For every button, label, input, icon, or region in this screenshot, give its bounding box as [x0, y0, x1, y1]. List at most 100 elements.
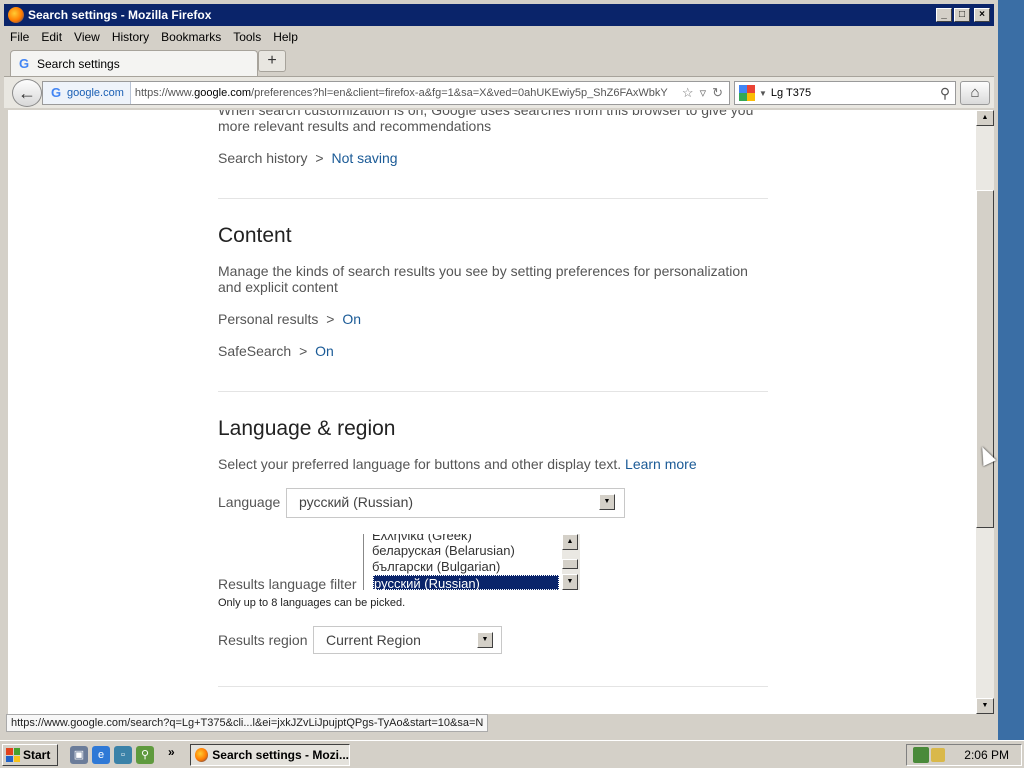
system-tray: 2:06 PM — [906, 744, 1022, 766]
browser-window: Search settings - Mozilla Firefox _ □ × … — [0, 0, 998, 740]
results-region-select[interactable]: Current Region ▼ — [313, 626, 502, 654]
chevron-down-icon[interactable]: ▼ — [599, 494, 615, 510]
quick-launch: ▣ e ▫ ⚲ — [70, 746, 154, 764]
personal-results-label: Personal results — [218, 311, 319, 327]
listbox-option[interactable]: български (Bulgarian) — [372, 559, 500, 574]
new-tab-button[interactable]: + — [258, 50, 286, 72]
safesearch-row: SafeSearch > On — [218, 343, 334, 359]
menu-file[interactable]: File — [4, 30, 35, 44]
results-language-listbox[interactable]: Ελληνικά (Greek) беларуская (Belarusian)… — [363, 534, 583, 590]
language-region-heading: Language & region — [218, 417, 396, 440]
url-text: https://www.google.com/preferences?hl=en… — [131, 87, 682, 99]
back-button[interactable]: ← — [12, 79, 42, 107]
tab-bar: G Search settings + — [4, 48, 994, 76]
language-select-value: русский (Russian) — [299, 494, 414, 510]
results-language-filter-label: Results language filter — [218, 576, 357, 592]
scroll-up-arrow-icon[interactable]: ▲ — [562, 534, 578, 550]
listbox-scrollbar[interactable]: ▲ ▼ — [562, 534, 580, 590]
firefox-icon — [195, 748, 209, 762]
tab-label: Search settings — [37, 56, 120, 71]
title-bar[interactable]: Search settings - Mozilla Firefox _ □ × — [4, 4, 994, 26]
windows-logo-icon — [6, 748, 20, 762]
chevron-down-icon[interactable]: ▼ — [477, 632, 493, 648]
start-button[interactable]: Start — [2, 744, 58, 766]
url-bar[interactable]: G google.com https://www.google.com/pref… — [42, 81, 730, 105]
status-bar: https://www.google.com/search?q=Lg+T375&… — [4, 714, 994, 734]
search-engine-dropdown-icon[interactable]: ▼ — [759, 89, 767, 98]
url-history-dropdown-icon[interactable]: ▿ — [700, 85, 707, 101]
security-shield-icon[interactable] — [931, 748, 945, 762]
taskbar-firefox-label: Search settings - Mozi... — [212, 748, 349, 762]
menu-view[interactable]: View — [68, 30, 106, 44]
scroll-down-arrow-icon[interactable]: ▼ — [976, 698, 994, 714]
menu-history[interactable]: History — [106, 30, 155, 44]
show-desktop-icon[interactable]: ▣ — [70, 746, 88, 764]
listbox-scroll-thumb[interactable] — [562, 559, 578, 569]
search-computer-icon[interactable]: ⚲ — [136, 746, 154, 764]
chevron-separator: > — [326, 311, 335, 327]
reload-icon[interactable]: ↻ — [712, 85, 723, 101]
page-scrollbar[interactable]: ▲ ▼ — [976, 110, 994, 714]
page-scroll-thumb[interactable] — [976, 190, 994, 528]
navigation-toolbar: ← G google.com https://www.google.com/pr… — [4, 76, 994, 108]
search-engine-icon[interactable] — [739, 85, 755, 101]
minimize-button[interactable]: _ — [936, 8, 952, 22]
language-description-text: Select your preferred language for butto… — [218, 456, 622, 472]
listbox-option[interactable]: беларуская (Belarusian) — [372, 543, 515, 558]
listbox-option-selected[interactable]: русский (Russian) — [373, 575, 559, 590]
url-bar-icons: ☆ ▿ ↻ — [682, 85, 729, 101]
search-input[interactable]: Lg T375 — [771, 87, 935, 99]
results-region-label: Results region — [218, 632, 308, 648]
bookmark-star-icon[interactable]: ☆ — [682, 85, 694, 101]
site-identity-label: google.com — [67, 87, 124, 99]
scroll-up-arrow-icon[interactable]: ▲ — [976, 110, 994, 126]
menu-bar: File Edit View History Bookmarks Tools H… — [4, 28, 994, 46]
taskbar-firefox-window[interactable]: Search settings - Mozi... — [190, 744, 350, 766]
learn-more-link[interactable]: Learn more — [625, 456, 697, 472]
site-identity-button[interactable]: G google.com — [43, 82, 131, 104]
quick-launch-more-icon[interactable]: » — [168, 745, 175, 759]
safesearch-link[interactable]: On — [315, 343, 334, 359]
google-favicon-icon: G — [18, 55, 30, 71]
personal-results-link[interactable]: On — [342, 311, 361, 327]
section-divider — [218, 686, 768, 687]
firefox-icon — [8, 7, 24, 23]
personal-results-row: Personal results > On — [218, 311, 361, 327]
menu-tools[interactable]: Tools — [227, 30, 267, 44]
taskbar: Start ▣ e ▫ ⚲ » Search settings - Mozi..… — [0, 740, 1024, 768]
search-customization-text: When search customization is on, Google … — [218, 110, 754, 134]
language-select[interactable]: русский (Russian) ▼ — [286, 488, 625, 518]
search-icon[interactable]: ⚲ — [935, 85, 955, 102]
search-bar[interactable]: ▼ Lg T375 ⚲ — [734, 81, 956, 105]
listbox-option[interactable]: Ελληνικά (Greek) — [372, 534, 472, 543]
language-label: Language — [218, 494, 281, 510]
network-status-icon[interactable] — [913, 747, 929, 763]
scroll-down-arrow-icon[interactable]: ▼ — [562, 574, 578, 590]
network-icon[interactable]: ▫ — [114, 746, 132, 764]
menu-bookmarks[interactable]: Bookmarks — [155, 30, 227, 44]
search-history-link[interactable]: Not saving — [331, 150, 397, 166]
safesearch-label: SafeSearch — [218, 343, 292, 359]
google-favicon-icon: G — [50, 85, 62, 100]
caption-buttons: _ □ × — [936, 8, 990, 22]
section-divider — [218, 391, 768, 392]
close-button[interactable]: × — [974, 8, 990, 22]
chevron-separator: > — [315, 150, 324, 166]
section-divider — [218, 198, 768, 199]
chevron-separator: > — [299, 343, 308, 359]
menu-edit[interactable]: Edit — [35, 30, 68, 44]
menu-help[interactable]: Help — [267, 30, 304, 44]
clock[interactable]: 2:06 PM — [964, 748, 1009, 762]
status-link-url: https://www.google.com/search?q=Lg+T375&… — [6, 714, 489, 732]
internet-explorer-icon[interactable]: e — [92, 746, 110, 764]
results-region-value: Current Region — [326, 632, 421, 648]
language-limit-note: Only up to 8 languages can be picked. — [218, 597, 406, 609]
maximize-button[interactable]: □ — [954, 8, 970, 22]
search-history-label: Search history — [218, 150, 308, 166]
url-prefix: https://www. — [134, 87, 195, 99]
search-history-row: Search history > Not saving — [218, 150, 398, 166]
home-button[interactable]: ⌂ — [960, 81, 990, 105]
tab-search-settings[interactable]: G Search settings — [10, 50, 258, 76]
start-label: Start — [23, 748, 51, 762]
page-content: When search customization is on, Google … — [8, 110, 976, 714]
